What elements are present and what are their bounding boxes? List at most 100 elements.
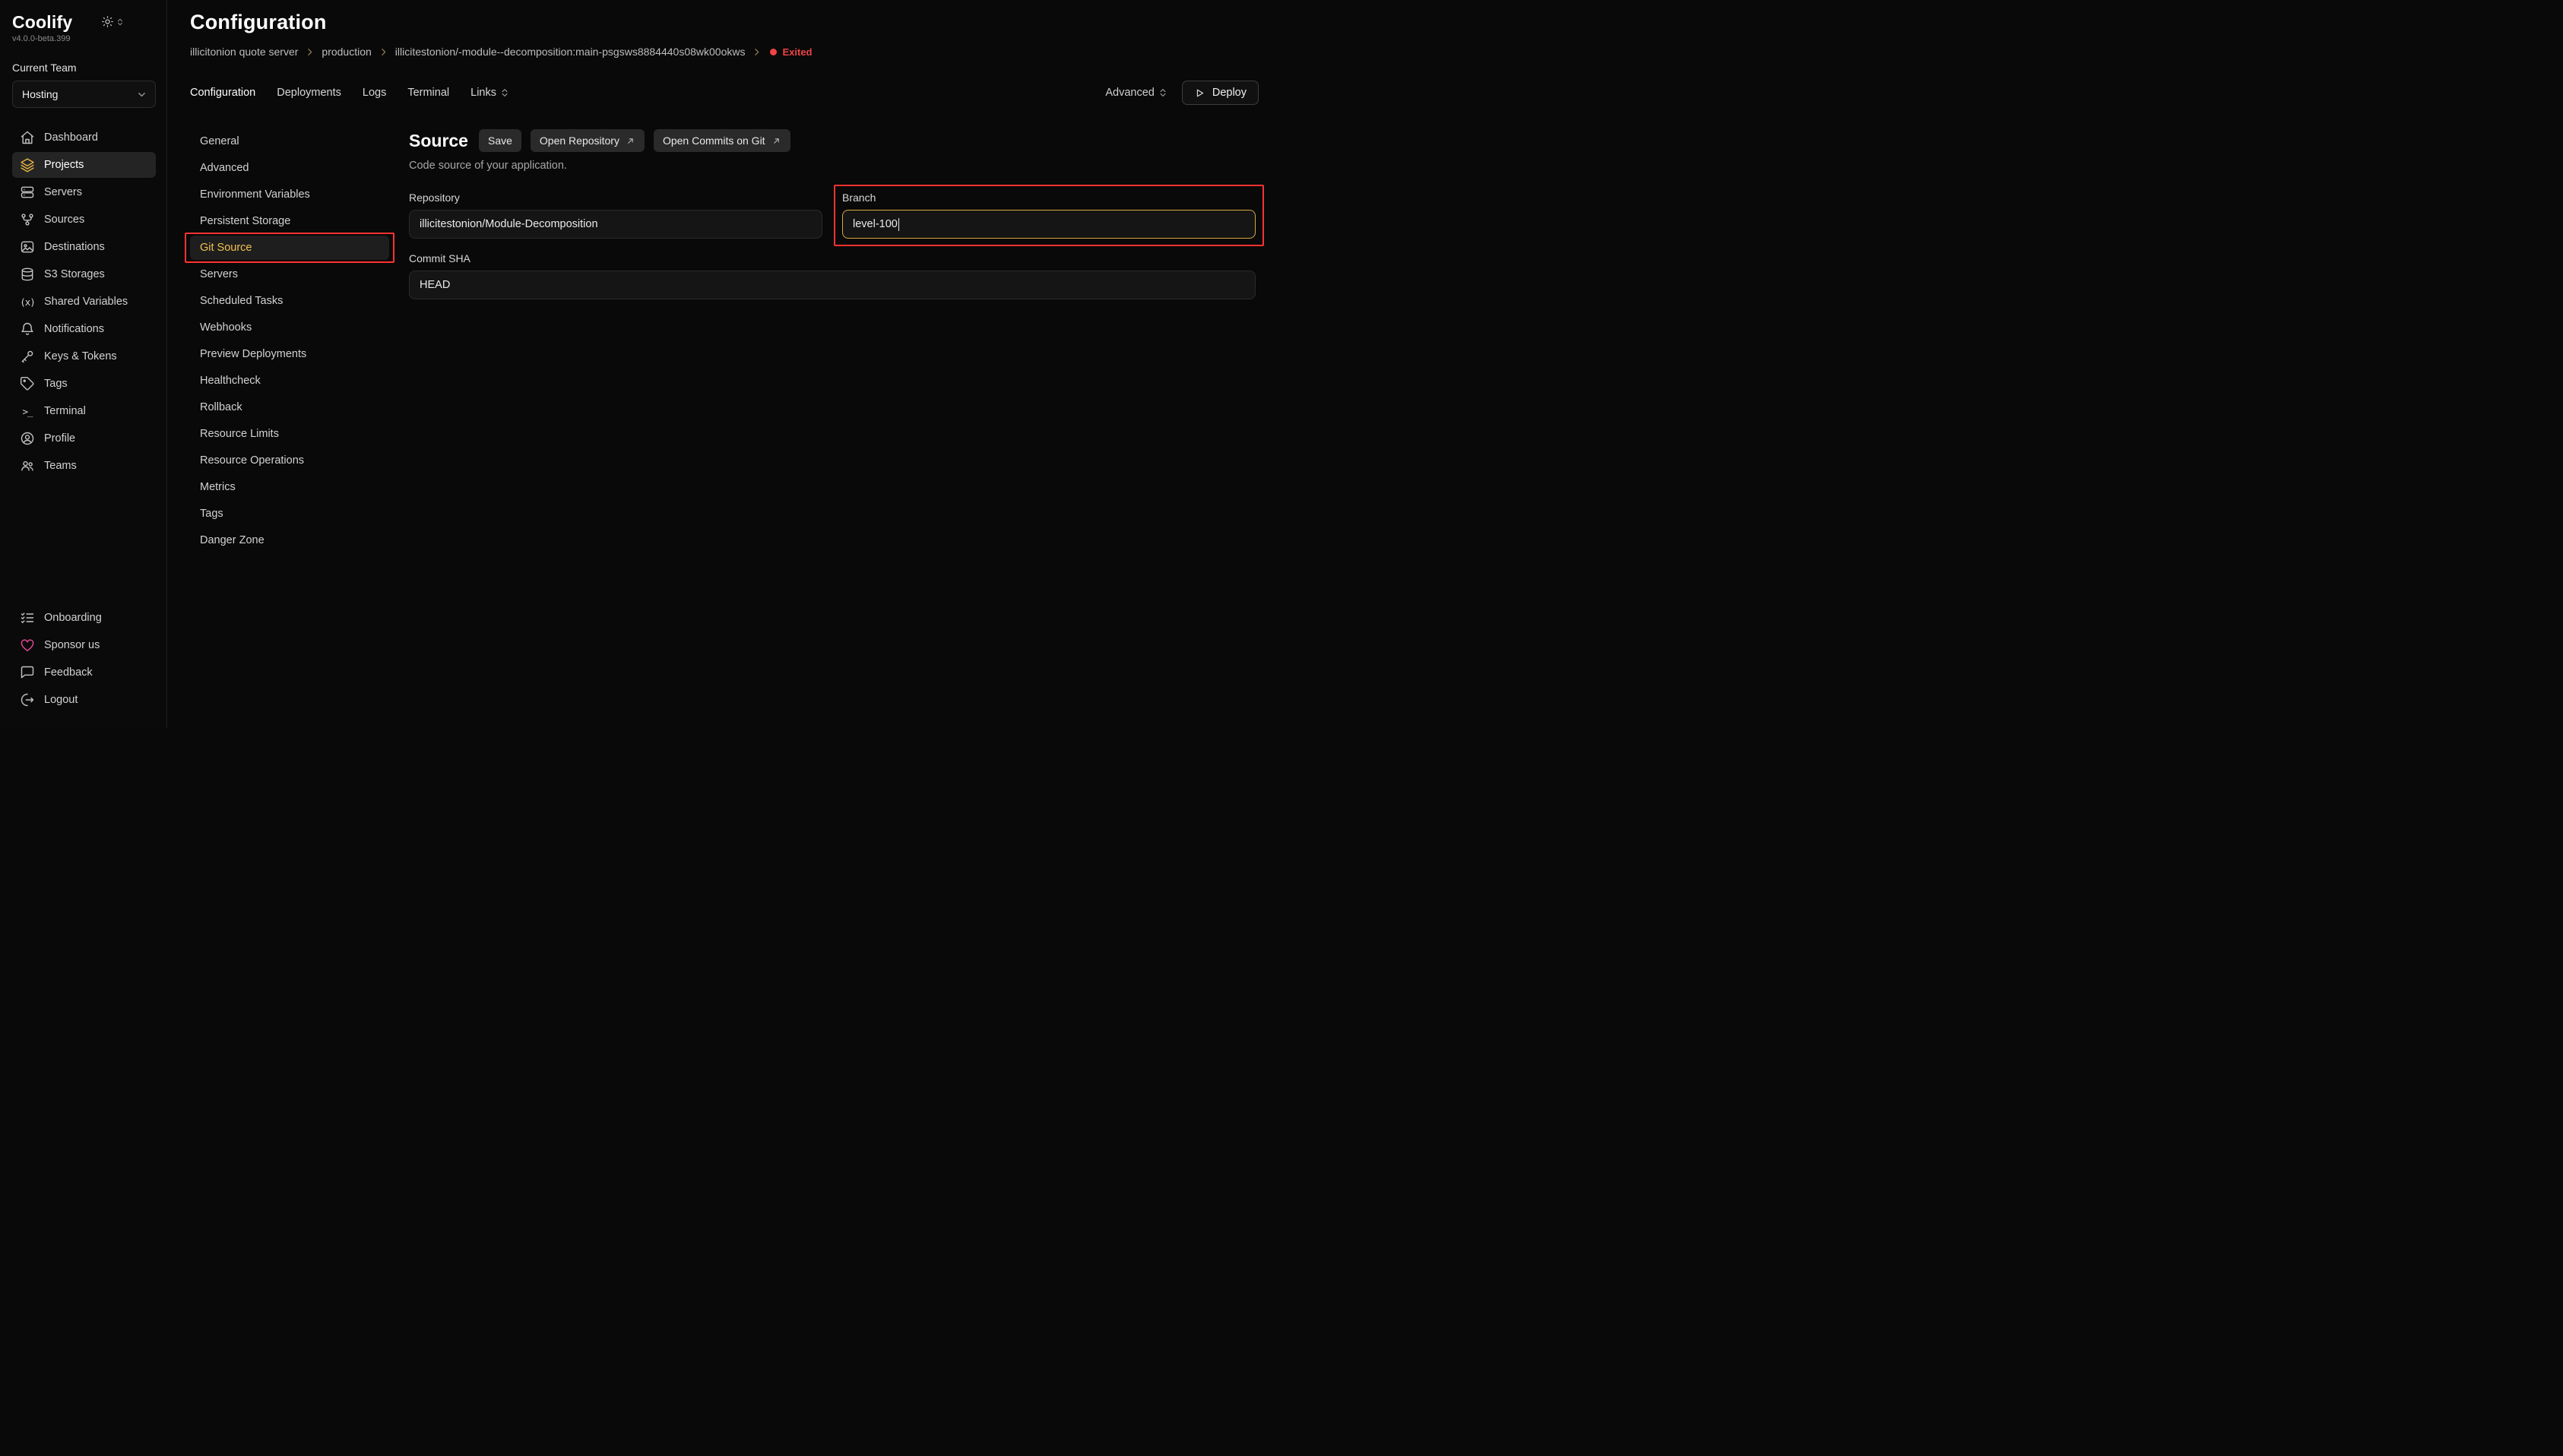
status-text: Exited: [782, 46, 812, 58]
subnav-item-persistent-storage[interactable]: Persistent Storage: [190, 209, 389, 233]
breadcrumb: illicitonion quote server production ill…: [190, 46, 1259, 58]
subnav-item-preview-deployments[interactable]: Preview Deployments: [190, 342, 389, 366]
sidebar-item-keys-tokens[interactable]: Keys & Tokens: [12, 343, 156, 369]
subnav-item-git-source[interactable]: Git Source: [190, 236, 389, 260]
terminal-prompt-icon: >_: [20, 404, 35, 419]
tab-terminal[interactable]: Terminal: [407, 87, 449, 99]
open-repository-label: Open Repository: [540, 135, 619, 147]
subnav-item-tags[interactable]: Tags: [190, 502, 389, 526]
subnav-item-webhooks[interactable]: Webhooks: [190, 315, 389, 340]
external-link-icon: [626, 136, 635, 146]
source-header: Source Save Open Repository Open Commits…: [409, 129, 1256, 152]
sidebar-item-notifications[interactable]: Notifications: [12, 316, 156, 342]
subnav-item-environment-variables[interactable]: Environment Variables: [190, 182, 389, 207]
sidebar-item-feedback[interactable]: Feedback: [12, 660, 156, 685]
sidebar-item-sources[interactable]: Sources: [12, 207, 156, 233]
sidebar-item-label: Dashboard: [44, 131, 98, 144]
sidebar-item-shared-variables[interactable]: (x) Shared Variables: [12, 289, 156, 315]
tag-icon: [20, 376, 35, 391]
text-caret: [898, 218, 900, 231]
heart-icon: [20, 638, 35, 653]
subnav-item-danger-zone[interactable]: Danger Zone: [190, 528, 389, 552]
tab-configuration[interactable]: Configuration: [190, 87, 255, 99]
theme-select[interactable]: [101, 15, 125, 28]
deploy-button[interactable]: Deploy: [1182, 81, 1259, 105]
subnav-item-advanced[interactable]: Advanced: [190, 156, 389, 180]
sidebar-item-label: Sponsor us: [44, 639, 100, 651]
server-icon: [20, 185, 35, 200]
sidebar-item-dashboard[interactable]: Dashboard: [12, 125, 156, 150]
branch-label: Branch: [842, 191, 1256, 204]
logout-icon: [20, 692, 35, 707]
tab-deployments[interactable]: Deployments: [277, 87, 341, 99]
sidebar-item-label: Projects: [44, 159, 84, 171]
open-commits-label: Open Commits on Git: [663, 135, 765, 147]
app-version: v4.0.0-beta.399: [12, 34, 156, 43]
sidebar-item-teams[interactable]: Teams: [12, 453, 156, 479]
sidebar-item-profile[interactable]: Profile: [12, 426, 156, 451]
main-content: Configuration illicitonion quote server …: [167, 0, 1282, 728]
sidebar-item-s3-storages[interactable]: S3 Storages: [12, 261, 156, 287]
subnav-item-scheduled-tasks[interactable]: Scheduled Tasks: [190, 289, 389, 313]
subnav-item-healthcheck[interactable]: Healthcheck: [190, 369, 389, 393]
git-source-panel: Source Save Open Repository Open Commits…: [409, 129, 1259, 555]
chevron-right-icon: [305, 47, 315, 57]
sidebar-item-projects[interactable]: Projects: [12, 152, 156, 178]
sidebar-item-label: Tags: [44, 378, 68, 390]
commit-sha-field: Commit SHA: [409, 252, 1256, 299]
open-commits-button[interactable]: Open Commits on Git: [654, 129, 790, 152]
sidebar-item-label: Profile: [44, 432, 75, 445]
source-heading: Source: [409, 131, 468, 151]
breadcrumb-application[interactable]: illicitestonion/-module--decomposition:m…: [395, 46, 746, 58]
repository-input[interactable]: [409, 210, 822, 239]
status-dot-icon: [770, 49, 777, 55]
sidebar-item-onboarding[interactable]: Onboarding: [12, 605, 156, 631]
team-select[interactable]: Hosting: [12, 81, 156, 108]
sidebar-item-servers[interactable]: Servers: [12, 179, 156, 205]
subnav-item-resource-limits[interactable]: Resource Limits: [190, 422, 389, 446]
sidebar-item-tags[interactable]: Tags: [12, 371, 156, 397]
sidebar-item-label: Feedback: [44, 666, 93, 679]
tab-links[interactable]: Links: [470, 87, 510, 99]
variable-x-icon: (x): [20, 294, 35, 309]
tab-links-label: Links: [470, 87, 496, 99]
branch-field: Branch level-100: [842, 191, 1256, 239]
subnav-item-resource-operations[interactable]: Resource Operations: [190, 448, 389, 473]
advanced-dropdown[interactable]: Advanced: [1105, 87, 1168, 99]
sidebar-item-logout[interactable]: Logout: [12, 687, 156, 713]
save-button[interactable]: Save: [479, 129, 521, 152]
tab-logs[interactable]: Logs: [363, 87, 386, 99]
logo-row: Coolify: [12, 12, 156, 33]
subnav-item-general[interactable]: General: [190, 129, 389, 154]
sidebar-item-label: Logout: [44, 694, 78, 706]
sidebar-item-sponsor[interactable]: Sponsor us: [12, 632, 156, 658]
sidebar-item-destinations[interactable]: Destinations: [12, 234, 156, 260]
chevrons-up-down-icon: [1158, 87, 1168, 98]
subnav-item-git-source-label: Git Source: [200, 242, 252, 254]
sidebar: Coolify v4.0.0-beta.399 Current Team Hos…: [0, 0, 167, 728]
chevron-right-icon: [752, 47, 762, 57]
chevron-right-icon: [379, 47, 388, 57]
breadcrumb-environment[interactable]: production: [322, 46, 371, 58]
sidebar-item-label: S3 Storages: [44, 268, 105, 280]
sidebar-item-label: Teams: [44, 460, 77, 472]
sidebar-item-label: Shared Variables: [44, 296, 128, 308]
chevrons-up-down-icon: [116, 17, 125, 27]
chat-bubble-icon: [20, 665, 35, 680]
sidebar-item-label: Onboarding: [44, 612, 102, 624]
sidebar-item-label: Notifications: [44, 323, 104, 335]
branch-input[interactable]: level-100: [842, 210, 1256, 239]
database-icon: [20, 267, 35, 282]
breadcrumb-project[interactable]: illicitonion quote server: [190, 46, 298, 58]
open-repository-button[interactable]: Open Repository: [531, 129, 645, 152]
tab-bar-right: Advanced Deploy: [1105, 81, 1259, 105]
image-box-icon: [20, 239, 35, 255]
team-select-value: Hosting: [22, 88, 58, 100]
subnav-item-metrics[interactable]: Metrics: [190, 475, 389, 499]
subnav-item-servers[interactable]: Servers: [190, 262, 389, 286]
subnav-item-rollback[interactable]: Rollback: [190, 395, 389, 419]
commit-sha-input[interactable]: [409, 271, 1256, 299]
sidebar-item-terminal[interactable]: >_ Terminal: [12, 398, 156, 424]
chevron-down-icon: [136, 89, 147, 100]
branch-input-value: level-100: [853, 218, 898, 230]
